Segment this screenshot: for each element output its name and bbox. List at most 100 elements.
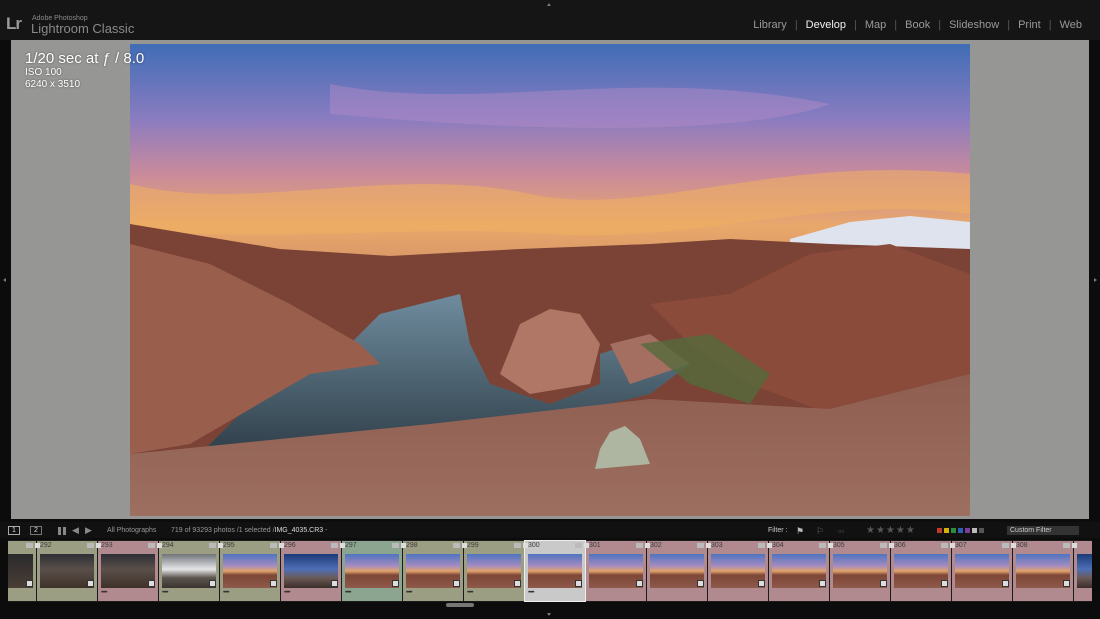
thumbnail-image[interactable] [833, 554, 887, 588]
filmstrip-thumbnail[interactable]: 294 ••••• [157, 541, 219, 601]
lr-logo: Lr [6, 14, 22, 33]
filmstrip-thumbnail[interactable]: 299 ••••• [462, 541, 524, 601]
pick-flag-icon[interactable] [279, 543, 284, 548]
filmstrip-thumbnail[interactable]: 305 [828, 541, 890, 601]
filmstrip-thumbnail[interactable]: 308 [1011, 541, 1073, 601]
filmstrip-thumbnail[interactable]: 306 [889, 541, 951, 601]
color-label-filter[interactable] [937, 528, 984, 533]
pick-flag-icon[interactable] [767, 543, 772, 548]
color-swatch[interactable] [951, 528, 956, 533]
filmstrip-thumbnail[interactable]: 302 [645, 541, 707, 601]
pick-flag-icon[interactable] [1011, 543, 1016, 548]
thumbnail-image[interactable] [467, 554, 521, 588]
filmstrip-thumbnail[interactable]: 304 [767, 541, 829, 601]
color-swatch[interactable] [944, 528, 949, 533]
filmstrip-thumbnail[interactable]: 292 [35, 541, 97, 601]
module-develop[interactable]: Develop [798, 19, 854, 31]
thumbnail-image[interactable] [772, 554, 826, 588]
pick-flag-icon[interactable] [523, 543, 528, 548]
badge-icon [880, 543, 887, 548]
thumbnail-index: 302 [650, 542, 662, 549]
right-panel-toggle-icon[interactable] [1094, 278, 1097, 282]
color-swatch[interactable] [972, 528, 977, 533]
badge-icon [697, 543, 704, 548]
develop-settings-icon [514, 580, 521, 587]
develop-settings-icon [209, 580, 216, 587]
arrow-left-icon[interactable]: ◀ [72, 525, 79, 536]
badge-icon [209, 543, 216, 548]
pick-flag-icon[interactable] [218, 543, 223, 548]
thumbnail-image[interactable] [345, 554, 399, 588]
thumbnail-rating: ••••• [345, 590, 351, 596]
thumbnail-image[interactable] [650, 554, 704, 588]
thumbnail-image[interactable] [162, 554, 216, 588]
filmstrip-thumbnail[interactable]: 307 [950, 541, 1012, 601]
filmstrip-thumbnail[interactable]: 301 [584, 541, 646, 601]
module-print[interactable]: Print [1010, 19, 1049, 31]
color-swatch[interactable] [937, 528, 942, 533]
window-2-button[interactable]: 2 [30, 526, 42, 535]
develop-settings-icon [26, 580, 33, 587]
filmstrip-scrollbar[interactable] [446, 603, 474, 607]
filmstrip-thumbnail[interactable]: 293 ••••• [96, 541, 158, 601]
thumbnail-image[interactable] [711, 554, 765, 588]
develop-settings-icon [87, 580, 94, 587]
thumbnail-image[interactable] [1016, 554, 1070, 588]
grid-view-icon[interactable] [58, 527, 66, 535]
module-map[interactable]: Map [857, 19, 894, 31]
module-library[interactable]: Library [745, 19, 795, 31]
filmstrip-thumbnail[interactable]: 300 ••••• [523, 540, 586, 602]
pick-flag-icon[interactable] [828, 543, 833, 548]
filmstrip-thumbnail[interactable] [8, 541, 36, 601]
arrow-right-icon[interactable]: ▶ [85, 525, 92, 536]
filmstrip[interactable]: 292 293 ••••• 294 ••••• 295 ••••• 296 ••••• 297 ••… [8, 540, 1092, 602]
pick-flag-icon[interactable]: ⚑ [796, 526, 804, 537]
thumbnail-image[interactable] [589, 554, 643, 588]
badge-icon [1063, 543, 1070, 548]
bottom-panel-toggle-icon[interactable] [547, 613, 551, 616]
source-label[interactable]: All Photographs [107, 527, 156, 534]
left-panel-toggle-icon[interactable] [3, 278, 6, 282]
reject-flag-icon[interactable]: ⚐ [816, 526, 824, 537]
window-1-button[interactable]: 1 [8, 526, 20, 535]
thumbnail-image[interactable] [101, 554, 155, 588]
filmstrip-thumbnail[interactable] [1072, 541, 1092, 601]
filmstrip-thumbnail[interactable]: 296 ••••• [279, 541, 341, 601]
module-slideshow[interactable]: Slideshow [941, 19, 1007, 31]
main-photo[interactable] [130, 44, 970, 516]
thumbnail-image[interactable] [40, 554, 94, 588]
pick-flag-icon[interactable] [645, 543, 650, 548]
pick-flag-icon[interactable] [35, 543, 40, 548]
thumbnail-image[interactable] [223, 554, 277, 588]
thumbnail-image[interactable] [894, 554, 948, 588]
filmstrip-thumbnail[interactable]: 297 ••••• [340, 541, 402, 601]
develop-canvas[interactable]: 1/20 sec at ƒ / 8.0 ISO 100 6240 x 3510 [11, 40, 1089, 519]
thumbnail-image[interactable] [1077, 554, 1092, 588]
pick-flag-icon[interactable] [462, 543, 467, 548]
virtual-copy-icon[interactable]: ▫▫ [838, 526, 844, 536]
color-swatch[interactable] [979, 528, 984, 533]
color-swatch[interactable] [965, 528, 970, 533]
pick-flag-icon[interactable] [157, 543, 162, 548]
rating-filter-stars[interactable]: ★★★★★ [866, 525, 916, 536]
custom-filter-select[interactable]: Custom Filter [1007, 526, 1079, 535]
module-web[interactable]: Web [1052, 19, 1090, 31]
filmstrip-thumbnail[interactable]: 295 ••••• [218, 541, 280, 601]
pick-flag-icon[interactable] [96, 543, 101, 548]
thumbnail-image[interactable] [284, 554, 338, 588]
pick-flag-icon[interactable] [584, 543, 589, 548]
pick-flag-icon[interactable] [401, 543, 406, 548]
filmstrip-thumbnail[interactable]: 303 [706, 541, 768, 601]
thumbnail-image[interactable] [406, 554, 460, 588]
color-swatch[interactable] [958, 528, 963, 533]
thumbnail-image[interactable] [528, 554, 582, 588]
module-book[interactable]: Book [897, 19, 938, 31]
pick-flag-icon[interactable] [1072, 543, 1077, 548]
filmstrip-thumbnail[interactable]: 298 ••••• [401, 541, 463, 601]
top-panel-toggle-icon[interactable] [547, 3, 551, 6]
pick-flag-icon[interactable] [340, 543, 345, 548]
thumbnail-image[interactable] [955, 554, 1009, 588]
pick-flag-icon[interactable] [706, 543, 711, 548]
pick-flag-icon[interactable] [889, 543, 894, 548]
pick-flag-icon[interactable] [950, 543, 955, 548]
